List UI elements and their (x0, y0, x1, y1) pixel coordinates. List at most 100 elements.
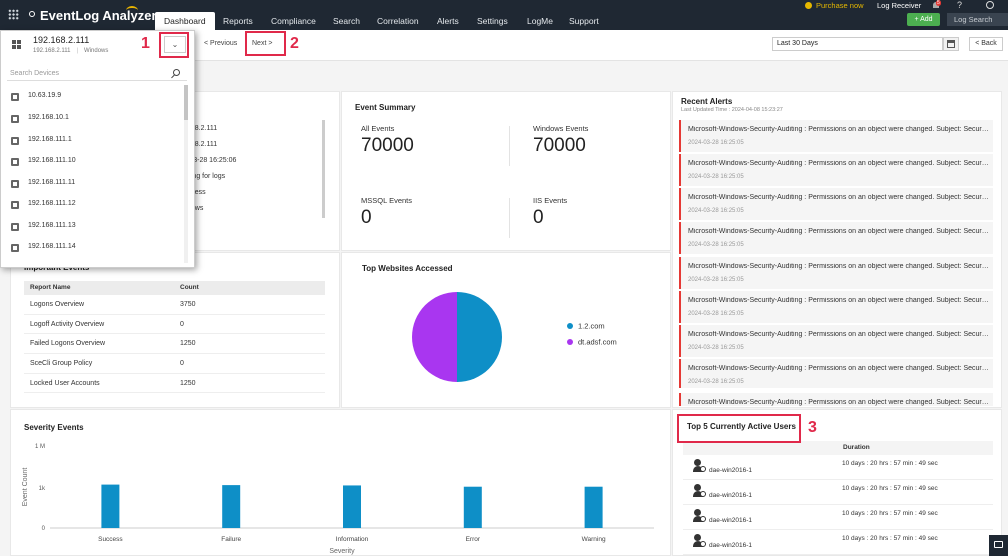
device-search-input[interactable]: Search Devices (7, 66, 187, 81)
legend-label[interactable]: 1.2.com (578, 322, 605, 331)
callout-box-active-users (677, 414, 801, 443)
severity-bar[interactable] (584, 486, 603, 528)
report-name[interactable]: Locked User Accounts (30, 380, 100, 387)
iis-events-value[interactable]: 0 (533, 207, 544, 229)
alert-item[interactable]: Microsoft-Windows-Security-Auditing : Pe… (679, 120, 993, 152)
user-row[interactable]: dae-win2016-1 10 days : 20 hrs : 57 min :… (683, 480, 993, 505)
tab-correlation[interactable]: Correlation (368, 12, 428, 30)
device-list-item[interactable]: 192.168.111.12 (1, 195, 183, 216)
alert-item[interactable]: Microsoft-Windows-Security-Auditing : Pe… (679, 291, 993, 323)
y-tick-label: 0 (42, 526, 46, 532)
calendar-button[interactable] (943, 37, 959, 51)
pie-slice[interactable] (457, 292, 502, 382)
device-list-item[interactable]: 192.168.111.1 (1, 131, 183, 152)
col-count: Count (180, 284, 199, 291)
table-row[interactable]: Logons Overview 3750 (24, 295, 325, 315)
purchase-label: Purchase now (816, 1, 864, 10)
alert-item[interactable]: Microsoft-Windows-Security-Auditing : Pe… (679, 222, 993, 254)
device-icon (11, 244, 19, 252)
table-row[interactable]: Logoff Activity Overview 0 (24, 315, 325, 335)
previous-button[interactable]: < Previous (204, 37, 237, 51)
user-icon[interactable] (986, 1, 994, 9)
alert-text: Microsoft-Windows-Security-Auditing : Pe… (688, 399, 990, 406)
scrollbar-thumb[interactable] (184, 85, 188, 120)
device-list-item[interactable]: 10.63.19.9 (1, 87, 183, 108)
all-events-value[interactable]: 70000 (361, 135, 414, 157)
log-receiver-link[interactable]: Log Receiver (877, 1, 921, 10)
device-list-item[interactable]: 192.168.111.13 (1, 217, 183, 238)
add-button[interactable]: + Add (907, 13, 940, 26)
windows-events-value[interactable]: 70000 (533, 135, 586, 157)
tab-support[interactable]: Support (560, 12, 608, 30)
pie-slice[interactable] (412, 292, 457, 382)
back-button[interactable]: < Back (969, 37, 1003, 51)
alert-item[interactable]: Microsoft-Windows-Security-Auditing : Pe… (679, 325, 993, 357)
app-grid-icon[interactable] (8, 9, 19, 20)
windows-events-label: Windows Events (533, 124, 589, 133)
device-ip: 192.168.111.1 (28, 136, 72, 143)
severity-bar[interactable] (463, 486, 482, 528)
search-icon[interactable] (173, 69, 180, 76)
tab-search[interactable]: Search (324, 12, 369, 30)
tab-reports[interactable]: Reports (214, 12, 262, 30)
severity-events-title: Severity Events (24, 423, 84, 432)
alert-time: 2024-03-28 16:25:05 (688, 242, 744, 248)
tab-compliance[interactable]: Compliance (262, 12, 325, 30)
purchase-link[interactable]: Purchase now (805, 1, 864, 10)
device-list-item[interactable]: 192.168.10.1 (1, 109, 183, 130)
device-list-item[interactable]: 192.168.111.14 (1, 238, 183, 259)
report-name[interactable]: SceCli Group Policy (30, 360, 92, 367)
severity-bar[interactable] (222, 485, 241, 528)
log-search-input[interactable]: Log Search (947, 13, 1008, 26)
event-summary-panel (341, 91, 671, 251)
notification-badge: 5 (936, 0, 941, 6)
alert-time: 2024-03-28 16:25:05 (688, 277, 744, 283)
device-icon (11, 93, 19, 101)
tab-dashboard[interactable]: Dashboard (155, 12, 215, 30)
tab-logme[interactable]: LogMe (518, 12, 562, 30)
x-tick-label: Success (98, 536, 123, 543)
alert-item[interactable]: Microsoft-Windows-Security-Auditing : Pe… (679, 154, 993, 186)
device-icon (11, 223, 19, 231)
report-name[interactable]: Failed Logons Overview (30, 340, 105, 347)
alert-item[interactable]: Microsoft-Windows-Security-Auditing : Pe… (679, 393, 993, 406)
device-list-item[interactable]: 192.168.111.10 (1, 152, 183, 173)
legend-marker (567, 323, 573, 329)
report-name[interactable]: Logoff Activity Overview (30, 321, 104, 328)
tab-alerts[interactable]: Alerts (428, 12, 468, 30)
table-row[interactable]: Locked User Accounts 1250 (24, 374, 325, 394)
app-logo-icon (29, 11, 35, 17)
x-tick-label: Warning (582, 536, 606, 543)
report-name[interactable]: Logons Overview (30, 301, 84, 308)
mssql-events-value[interactable]: 0 (361, 207, 372, 229)
severity-bar[interactable] (101, 484, 120, 528)
col-duration: Duration (843, 444, 870, 451)
alert-text: Microsoft-Windows-Security-Auditing : Pe… (688, 365, 990, 372)
device-list-scrollbar[interactable] (184, 85, 188, 263)
user-row[interactable]: dae-win2016-1 10 days : 20 hrs : 57 min :… (683, 455, 993, 480)
table-row[interactable]: Failed Logons Overview 1250 (24, 334, 325, 355)
user-row[interactable]: dae-win2016-1 10 days : 20 hrs : 57 min :… (683, 530, 993, 555)
user-row[interactable]: dae-win2016-1 10 days : 20 hrs : 57 min :… (683, 505, 993, 530)
alert-item[interactable]: Microsoft-Windows-Security-Auditing : Pe… (679, 359, 993, 388)
date-range-field[interactable]: Last 30 Days (772, 37, 943, 51)
help-icon[interactable]: ? (957, 0, 962, 10)
severity-bar[interactable] (343, 485, 361, 528)
alert-time: 2024-03-28 16:25:05 (688, 140, 744, 146)
device-icon (11, 115, 19, 123)
details-scrollbar[interactable] (322, 120, 325, 218)
severity-bar-chart: 0 1k 1 M Event Count Success Failure Informati… (22, 444, 654, 555)
user-duration: 10 days : 20 hrs : 57 min : 49 sec (842, 535, 938, 542)
event-summary-title: Event Summary (355, 103, 416, 112)
chat-button[interactable] (989, 535, 1008, 556)
legend-label[interactable]: dt.adsf.com (578, 338, 617, 347)
user-name: dae-win2016-1 (709, 517, 753, 524)
tab-settings[interactable]: Settings (468, 12, 517, 30)
report-count: 0 (180, 360, 184, 368)
alert-time: 2024-03-28 16:25:05 (688, 174, 744, 180)
col-report-name: Report Name (30, 284, 71, 291)
device-list-item[interactable]: 192.168.111.11 (1, 174, 183, 195)
alert-item[interactable]: Microsoft-Windows-Security-Auditing : Pe… (679, 188, 993, 220)
table-row[interactable]: SceCli Group Policy 0 (24, 354, 325, 374)
alert-item[interactable]: Microsoft-Windows-Security-Auditing : Pe… (679, 257, 993, 289)
